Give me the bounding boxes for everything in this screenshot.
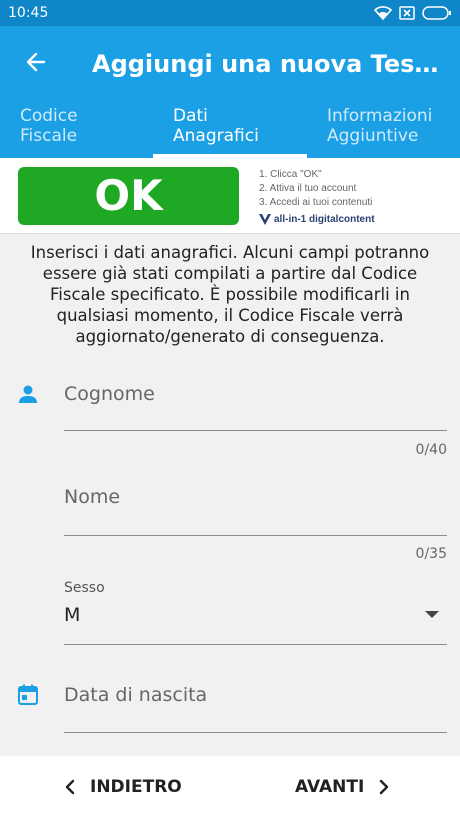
sesso-select[interactable]: M [64, 604, 80, 626]
tab-informazioni-aggiuntive[interactable]: Informazioni Aggiuntive [327, 106, 460, 158]
app-bar: Aggiungi una nuova Tessera ... Codice Fi… [0, 26, 460, 158]
ad-step: 1. Clicca "OK" [259, 169, 322, 180]
ad-brand: all-in-1 digitalcontent [259, 214, 375, 225]
chevron-left-icon [65, 779, 75, 795]
arrow-back-icon [26, 52, 46, 72]
bottom-navigation: INDIETRO AVANTI [0, 756, 460, 818]
tab-dati-anagrafici[interactable]: Dati Anagrafici [173, 106, 307, 158]
tab-codice-fiscale-label: Codice Fiscale [20, 106, 78, 146]
tab-bar: Codice Fiscale Dati Anagrafici Informazi… [0, 106, 460, 158]
indietro-label: INDIETRO [90, 777, 182, 797]
person-icon [19, 385, 37, 403]
back-button[interactable] [12, 42, 60, 82]
calendar-icon [18, 684, 38, 705]
wifi-icon [374, 6, 392, 20]
brand-logo-icon [259, 214, 271, 225]
avanti-button[interactable]: AVANTI [295, 774, 390, 800]
dropdown-arrow-icon[interactable] [425, 611, 439, 618]
avanti-label: AVANTI [295, 777, 365, 797]
cognome-counter: 0/40 [415, 442, 447, 458]
nome-counter: 0/35 [415, 546, 447, 562]
nome-placeholder: Nome [64, 486, 121, 508]
status-time: 10:45 [8, 5, 49, 21]
intro-text: Inserisci i dati anagrafici. Alcuni camp… [30, 243, 430, 346]
ad-ok-button[interactable]: OK [18, 167, 239, 225]
cognome-field[interactable]: Cognome [64, 383, 447, 433]
sesso-label: Sesso [64, 580, 105, 596]
ad-step: 3. Accedi ai tuoi contenuti [259, 197, 373, 208]
sesso-underline [64, 644, 447, 645]
tab-dati-anagrafici-label: Dati Anagrafici [173, 106, 259, 146]
nome-underline [64, 535, 447, 536]
battery-icon [422, 6, 451, 20]
ad-brand-text: all-in-1 digitalcontent [274, 214, 375, 225]
sim-x-icon [399, 6, 415, 20]
status-icons [374, 4, 452, 22]
ad-steps: 1. Clicca "OK" 2. Attiva il tuo account … [259, 168, 372, 210]
data-nascita-underline [64, 732, 447, 733]
cognome-underline [64, 430, 447, 431]
tab-codice-fiscale[interactable]: Codice Fiscale [20, 106, 140, 158]
chevron-right-icon [380, 779, 389, 795]
tab-informazioni-aggiuntive-label: Informazioni Aggiuntive [327, 106, 433, 146]
data-nascita-field[interactable]: Data di nascita [64, 684, 447, 734]
nome-field[interactable]: Nome [64, 486, 447, 538]
ad-step: 2. Attiva il tuo account [259, 183, 357, 194]
status-bar: 10:45 [0, 0, 460, 26]
ad-banner[interactable]: OK 1. Clicca "OK" 2. Attiva il tuo accou… [0, 158, 460, 234]
page-title: Aggiungi una nuova Tessera ... [92, 50, 452, 78]
data-nascita-placeholder: Data di nascita [64, 684, 208, 706]
indietro-button[interactable]: INDIETRO [64, 774, 182, 800]
cognome-placeholder: Cognome [64, 383, 155, 405]
